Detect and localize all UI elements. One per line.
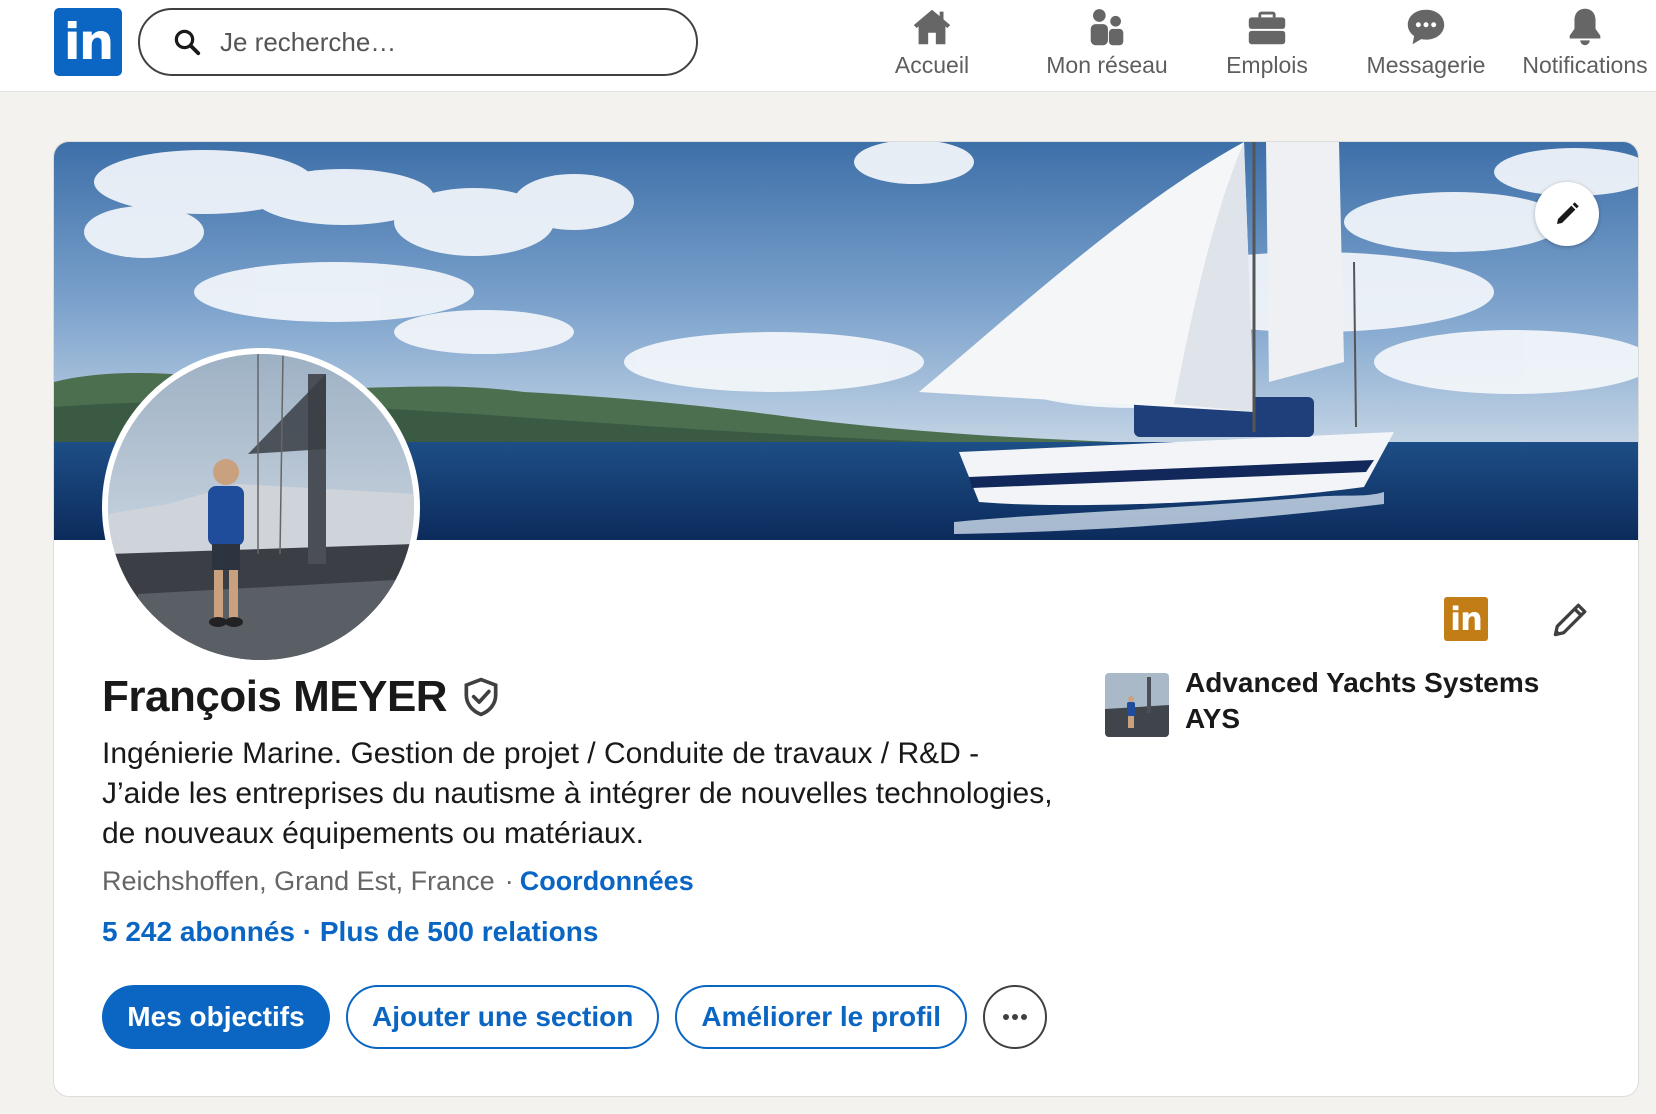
search-icon	[174, 29, 201, 56]
edit-profile-button[interactable]	[1542, 590, 1600, 648]
company-logo-image	[1105, 673, 1169, 737]
nav-messaging[interactable]: Messagerie	[1358, 0, 1494, 90]
contact-info-link[interactable]: Coordonnées	[520, 866, 694, 896]
goals-button[interactable]: Mes objectifs	[102, 985, 330, 1049]
location-row: Reichshoffen, Grand Est, France · Coordonn…	[102, 866, 694, 897]
add-section-button[interactable]: Ajouter une section	[346, 985, 660, 1049]
improve-profile-button[interactable]: Améliorer le profil	[675, 985, 967, 1049]
name-row: François MEYER	[102, 672, 503, 722]
search-input[interactable]	[220, 26, 640, 58]
more-actions-button[interactable]	[983, 985, 1047, 1049]
avatar-photo	[108, 354, 414, 660]
verified-shield-icon[interactable]	[459, 675, 503, 719]
company-name[interactable]: Advanced Yachts Systems AYS	[1185, 665, 1565, 737]
home-icon	[913, 9, 951, 45]
location-separator: ·	[504, 866, 514, 896]
search-bar[interactable]	[138, 8, 698, 76]
bell-icon	[1569, 8, 1601, 46]
company-logo	[1105, 673, 1169, 737]
nav-jobs-label: Emplois	[1226, 52, 1308, 78]
profile-headline: Ingénierie Marine. Gestion de projet / C…	[102, 737, 1053, 850]
profile-card: in François MEYER Ingénierie Marine. Ges…	[53, 141, 1639, 1097]
followers-link[interactable]: 5 242 abonnés	[102, 916, 295, 947]
current-company[interactable]: Advanced Yachts Systems AYS	[1105, 667, 1565, 737]
nav-notifications[interactable]: Notifications	[1514, 0, 1656, 90]
profile-name: François MEYER	[102, 672, 448, 721]
linkedin-premium-badge[interactable]: in	[1444, 597, 1488, 641]
nav-network-label: Mon réseau	[1046, 52, 1168, 78]
nav-notifications-label: Notifications	[1522, 52, 1648, 78]
nav-messaging-label: Messagerie	[1366, 52, 1486, 78]
pencil-outline-icon	[1553, 603, 1587, 637]
network-icon	[1090, 9, 1124, 46]
nav-jobs[interactable]: Emplois	[1214, 0, 1320, 90]
nav-network[interactable]: Mon réseau	[1032, 0, 1182, 90]
ellipsis-icon	[1003, 1014, 1027, 1020]
top-nav-bar: in Accueil Mon réseau Emplois	[0, 0, 1656, 92]
nav-home-label: Accueil	[894, 52, 970, 78]
profile-stats: 5 242 abonnés · Plus de 500 relations	[102, 916, 598, 948]
pencil-icon	[1557, 202, 1579, 224]
profile-location: Reichshoffen, Grand Est, France	[102, 866, 495, 896]
stats-separator: ·	[302, 916, 313, 947]
edit-cover-button[interactable]	[1535, 182, 1599, 246]
profile-actions: Mes objectifs Ajouter une section Amélio…	[102, 985, 1047, 1049]
nav-home[interactable]: Accueil	[876, 0, 988, 90]
briefcase-icon	[1248, 11, 1286, 45]
connections-link[interactable]: Plus de 500 relations	[320, 916, 599, 947]
profile-avatar[interactable]	[102, 348, 420, 666]
linkedin-logo[interactable]: in	[54, 8, 122, 76]
message-icon	[1407, 9, 1445, 45]
